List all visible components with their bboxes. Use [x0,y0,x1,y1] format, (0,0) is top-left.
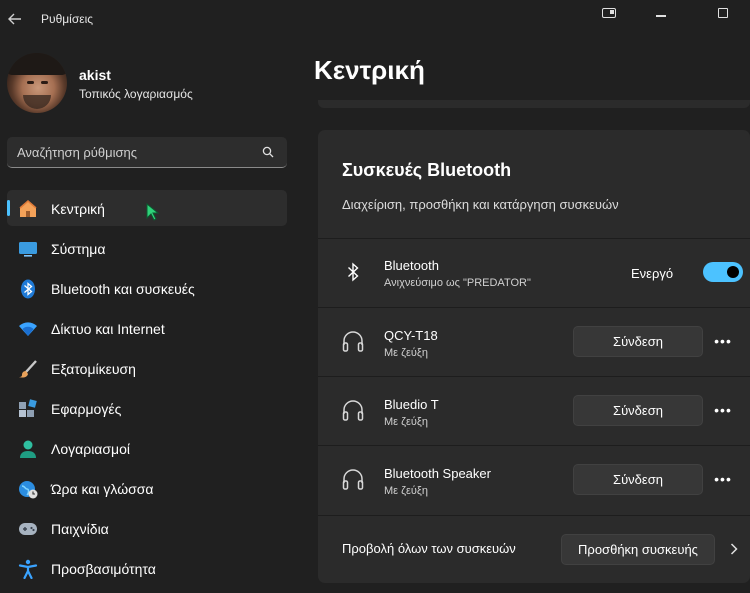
accessibility-icon [18,559,38,579]
avatar[interactable] [7,53,67,113]
minimize-icon [656,15,666,17]
chevron-right-icon[interactable] [728,539,740,559]
apps-icon [18,399,38,419]
maximize-icon [718,8,728,18]
sidebar-item-label: Δίκτυο και Internet [51,321,165,337]
back-button[interactable] [4,6,26,32]
headphones-icon [340,397,366,423]
device-name: Bluedio T [384,397,439,412]
sidebar-item-time-language[interactable]: Ώρα και γλώσσα [7,470,287,506]
sidebar-item-label: Κεντρική [51,201,105,217]
search-box[interactable] [7,137,287,168]
sidebar-item-accessibility[interactable]: Προσβασιμότητα [7,550,287,586]
device-status: Με ζεύξη [384,347,428,359]
sidebar-item-label: Εφαρμογές [51,401,122,417]
divider [318,307,750,308]
more-options-icon[interactable]: ••• [712,469,734,489]
search-input[interactable] [17,137,257,167]
account-type: Τοπικός λογαριασμός [79,87,193,101]
divider [318,238,750,239]
sidebar-item-label: Προσβασιμότητα [51,561,156,577]
maximize-button[interactable] [708,4,738,22]
sidebar-item-label: Σύστημα [51,241,106,257]
snap-icon [602,8,616,18]
snap-layout-button[interactable] [594,4,624,22]
toggle-state-label: Ενεργό [631,266,674,281]
sidebar-nav: Κεντρική Σύστημα Bluetooth και συσκευές … [7,190,287,590]
device-status: Με ζεύξη [384,485,428,497]
divider [318,376,750,377]
time-language-icon [18,479,38,499]
bluetooth-status: Ανιχνεύσιμο ως "PREDATOR" [384,277,531,289]
home-icon [18,199,38,219]
connect-button[interactable]: Σύνδεση [573,395,703,426]
divider [318,445,750,446]
system-icon [18,239,38,259]
minimize-button[interactable] [646,4,676,22]
sidebar-item-network[interactable]: Δίκτυο και Internet [7,310,287,346]
page-title: Κεντρική [314,55,425,85]
sidebar-item-label: Εξατομίκευση [51,361,136,377]
brush-icon [18,359,38,379]
back-arrow-icon [8,13,21,25]
sidebar-item-bluetooth[interactable]: Bluetooth και συσκευές [7,270,287,306]
device-name: Bluetooth Speaker [384,466,491,481]
more-options-icon[interactable]: ••• [712,400,734,420]
network-icon [18,319,38,339]
sidebar-item-system[interactable]: Σύστημα [7,230,287,266]
card-description: Διαχείριση, προσθήκη και κατάργηση συσκε… [342,197,619,212]
device-name: QCY-T18 [384,328,438,343]
mouse-cursor-icon [146,203,160,221]
bluetooth-icon [340,259,366,285]
accounts-icon [18,439,38,459]
add-device-button[interactable]: Προσθήκη συσκευής [561,534,715,565]
connect-button[interactable]: Σύνδεση [573,326,703,357]
sidebar-item-gaming[interactable]: Παιχνίδια [7,510,287,546]
bluetooth-label: Bluetooth [384,258,439,273]
app-title: Ρυθμίσεις [41,12,94,26]
gamepad-icon [18,519,38,539]
device-status: Με ζεύξη [384,416,428,428]
search-icon[interactable] [262,146,274,158]
user-name: akist [79,67,111,83]
more-options-icon[interactable]: ••• [712,331,734,351]
divider [318,515,750,516]
view-all-devices-link[interactable]: Προβολή όλων των συσκευών [342,541,516,556]
headphones-icon [340,328,366,354]
headphones-icon [340,466,366,492]
sidebar-item-apps[interactable]: Εφαρμογές [7,390,287,426]
sidebar-item-label: Λογαριασμοί [51,441,131,457]
connect-button[interactable]: Σύνδεση [573,464,703,495]
bluetooth-toggle[interactable] [703,262,743,282]
bluetooth-icon [18,279,38,299]
sidebar-item-accounts[interactable]: Λογαριασμοί [7,430,287,466]
sidebar-item-personalization[interactable]: Εξατομίκευση [7,350,287,386]
sidebar-item-label: Ώρα και γλώσσα [51,481,154,497]
sidebar-item-label: Bluetooth και συσκευές [51,281,195,297]
sidebar-item-label: Παιχνίδια [51,521,109,537]
toggle-knob [727,266,739,278]
previous-card [318,100,750,108]
bluetooth-devices-card: Συσκευές Bluetooth Διαχείριση, προσθήκη … [318,130,750,583]
card-title: Συσκευές Bluetooth [342,160,512,180]
title-bar: Ρυθμίσεις [0,0,750,38]
